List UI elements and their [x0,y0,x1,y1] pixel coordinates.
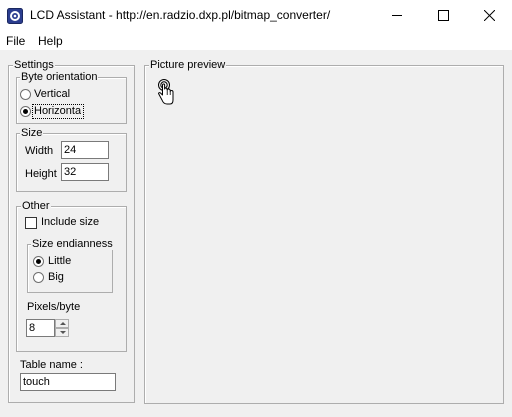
horizontal-radio[interactable] [20,106,31,117]
maximize-button[interactable] [420,0,466,31]
arrow-up-icon [60,322,66,325]
picture-preview-legend: Picture preview [149,59,227,71]
width-label: Width [25,145,54,157]
little-label[interactable]: Little [48,255,71,267]
horizontal-label[interactable]: Horizontal [34,105,81,117]
menu-file[interactable]: File [6,34,25,48]
menu-help[interactable]: Help [38,34,63,48]
other-legend: Other [21,200,51,212]
close-icon [483,10,495,21]
app-icon [7,8,23,24]
settings-legend: Settings [13,59,55,71]
table-name-label: Table name : [20,359,83,371]
include-size-checkbox[interactable] [25,217,37,229]
table-name-input[interactable] [20,373,116,391]
picture-preview-group [144,65,504,404]
vertical-label[interactable]: Vertical [34,88,70,100]
spin-up-button[interactable] [55,319,69,328]
minimize-icon [391,15,402,16]
arrow-down-icon [60,331,66,334]
big-radio[interactable] [33,272,44,283]
size-endianness-group [27,244,113,293]
touch-hand-icon [156,79,176,107]
window-title: LCD Assistant - http://en.radzio.dxp.pl/… [30,8,331,22]
width-input[interactable] [61,141,109,159]
size-endianness-legend: Size endianness [31,238,114,250]
little-radio[interactable] [33,256,44,267]
vertical-radio[interactable] [20,89,31,100]
pixels-per-byte-label: Pixels/byte [27,301,81,313]
height-label: Height [25,168,57,180]
spin-down-button[interactable] [55,328,69,337]
close-button[interactable] [466,0,512,31]
byte-orientation-legend: Byte orientation [20,71,99,83]
height-input[interactable] [61,163,109,181]
include-size-label[interactable]: Include size [41,216,99,228]
big-label[interactable]: Big [48,271,64,283]
pixels-per-byte-input[interactable] [26,319,55,337]
minimize-button[interactable] [374,0,420,31]
size-legend: Size [20,127,44,139]
menu-bar [0,31,512,50]
maximize-icon [437,10,449,21]
